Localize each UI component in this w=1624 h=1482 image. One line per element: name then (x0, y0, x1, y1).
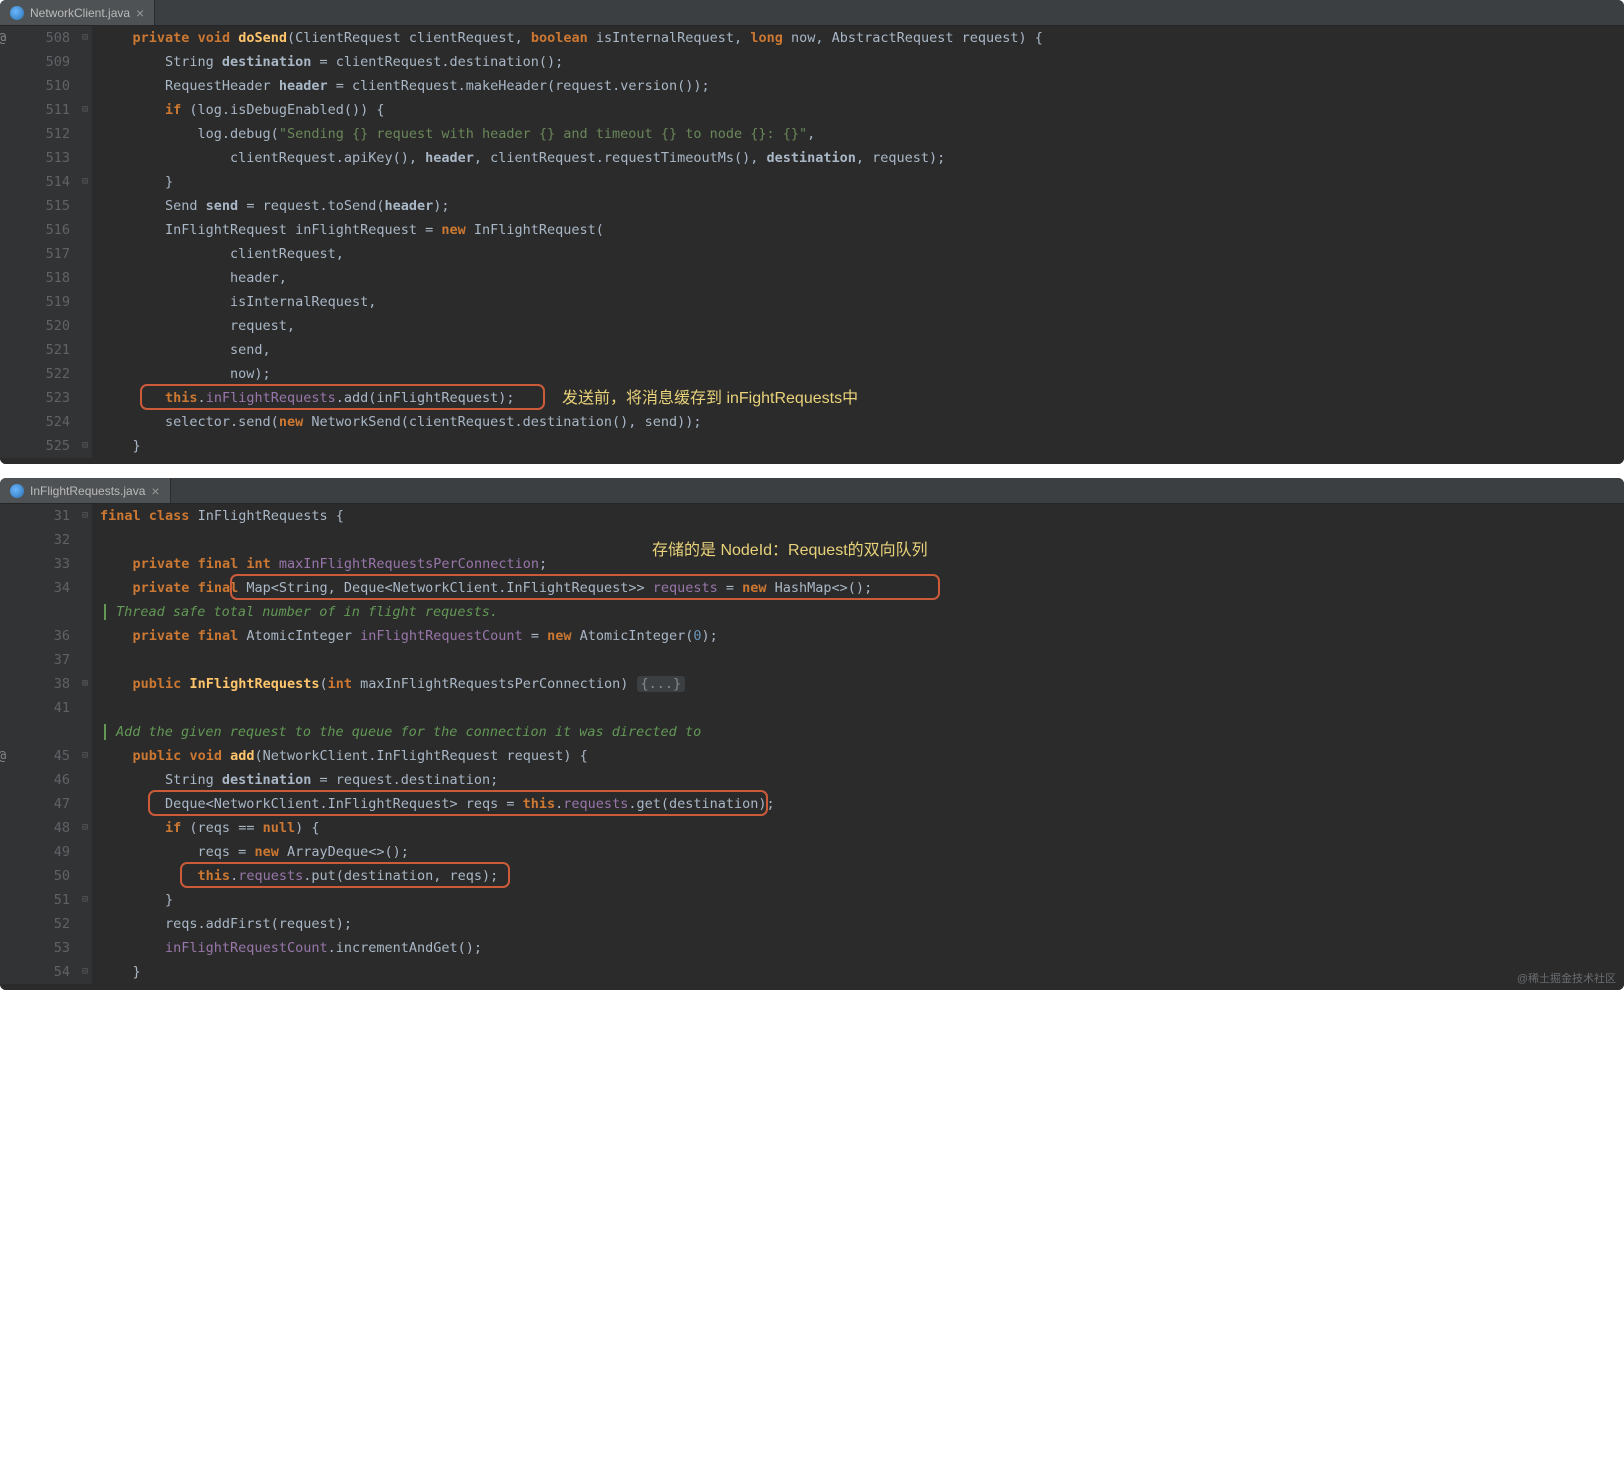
code-line: public void add(NetworkClient.InFlightRe… (100, 744, 1624, 768)
code-line: clientRequest, (100, 242, 1624, 266)
annotation-text: 存储的是 NodeId：Request的双向队列 (652, 536, 928, 560)
fold-column-2: ⊟ ⊞ ⊟ ⊟ ⊟ ⊟ (78, 504, 92, 984)
code-line: selector.send(new NetworkSend(clientRequ… (100, 410, 1624, 434)
fold-column-1: ⊟ ⊟ ⊟ ⊟ (78, 26, 92, 458)
code-line: isInternalRequest, (100, 290, 1624, 314)
code-line: } (100, 434, 1624, 458)
tab-inflightrequests[interactable]: InFlightRequests.java × (0, 478, 171, 503)
code-area-2[interactable]: 31 32 33 34 36 37 38 41 @45 46 47 48 49 … (0, 504, 1624, 990)
code-line: RequestHeader header = clientRequest.mak… (100, 74, 1624, 98)
code-line: private void doSend(ClientRequest client… (100, 26, 1624, 50)
code-line: header, (100, 266, 1624, 290)
code-line: private final AtomicInteger inFlightRequ… (100, 624, 1624, 648)
code-lines-2[interactable]: final class InFlightRequests { private f… (92, 504, 1624, 984)
gutter-2: 31 32 33 34 36 37 38 41 @45 46 47 48 49 … (0, 504, 78, 984)
code-line: String destination = clientRequest.desti… (100, 50, 1624, 74)
code-line: log.debug("Sending {} request with heade… (100, 122, 1624, 146)
close-icon[interactable]: × (151, 483, 159, 499)
code-line: Send send = request.toSend(header); (100, 194, 1624, 218)
code-line: this.requests.put(destination, reqs); (100, 864, 1624, 888)
folded-block[interactable]: {...} (637, 676, 686, 692)
code-lines-1[interactable]: private void doSend(ClientRequest client… (92, 26, 1624, 458)
code-line: this.inFlightRequests.add(inFlightReques… (100, 386, 1624, 410)
code-line: InFlightRequest inFlightRequest = new In… (100, 218, 1624, 242)
gutter-1: @508 509 510 511 512 513 514 515 516 517… (0, 26, 78, 458)
code-line: if (reqs == null) { (100, 816, 1624, 840)
code-line: Deque<NetworkClient.InFlightRequest> req… (100, 792, 1624, 816)
code-line (100, 648, 1624, 672)
java-file-icon (10, 484, 24, 498)
code-line: request, (100, 314, 1624, 338)
code-line: } (100, 170, 1624, 194)
code-area-1[interactable]: @508 509 510 511 512 513 514 515 516 517… (0, 26, 1624, 464)
tab-networkclient[interactable]: NetworkClient.java × (0, 0, 155, 25)
code-line: send, (100, 338, 1624, 362)
editor-pane-1: NetworkClient.java × @508 509 510 511 51… (0, 0, 1624, 464)
doc-comment: Add the given request to the queue for t… (100, 720, 1624, 744)
code-line: } (100, 960, 1624, 984)
tab-label: InFlightRequests.java (30, 484, 145, 498)
code-line: final class InFlightRequests { (100, 504, 1624, 528)
code-line: inFlightRequestCount.incrementAndGet(); (100, 936, 1624, 960)
code-line: String destination = request.destination… (100, 768, 1624, 792)
tab-bar-1: NetworkClient.java × (0, 0, 1624, 26)
code-line: if (log.isDebugEnabled()) { (100, 98, 1624, 122)
code-line: } (100, 888, 1624, 912)
close-icon[interactable]: × (136, 5, 144, 21)
tab-bar-2: InFlightRequests.java × (0, 478, 1624, 504)
editor-pane-2: InFlightRequests.java × 31 32 33 34 36 3… (0, 478, 1624, 990)
watermark: @稀土掘金技术社区 (1517, 970, 1616, 986)
annotation-text: 发送前，将消息缓存到 inFightRequests中 (562, 384, 858, 408)
tab-label: NetworkClient.java (30, 6, 130, 20)
code-line: clientRequest.apiKey(), header, clientRe… (100, 146, 1624, 170)
code-line: private final Map<String, Deque<NetworkC… (100, 576, 1624, 600)
code-line: public InFlightRequests(int maxInFlightR… (100, 672, 1624, 696)
code-line: reqs = new ArrayDeque<>(); (100, 840, 1624, 864)
java-file-icon (10, 6, 24, 20)
doc-comment: Thread safe total number of in flight re… (100, 600, 1624, 624)
code-line (100, 696, 1624, 720)
code-line: now); (100, 362, 1624, 386)
code-line: reqs.addFirst(request); (100, 912, 1624, 936)
